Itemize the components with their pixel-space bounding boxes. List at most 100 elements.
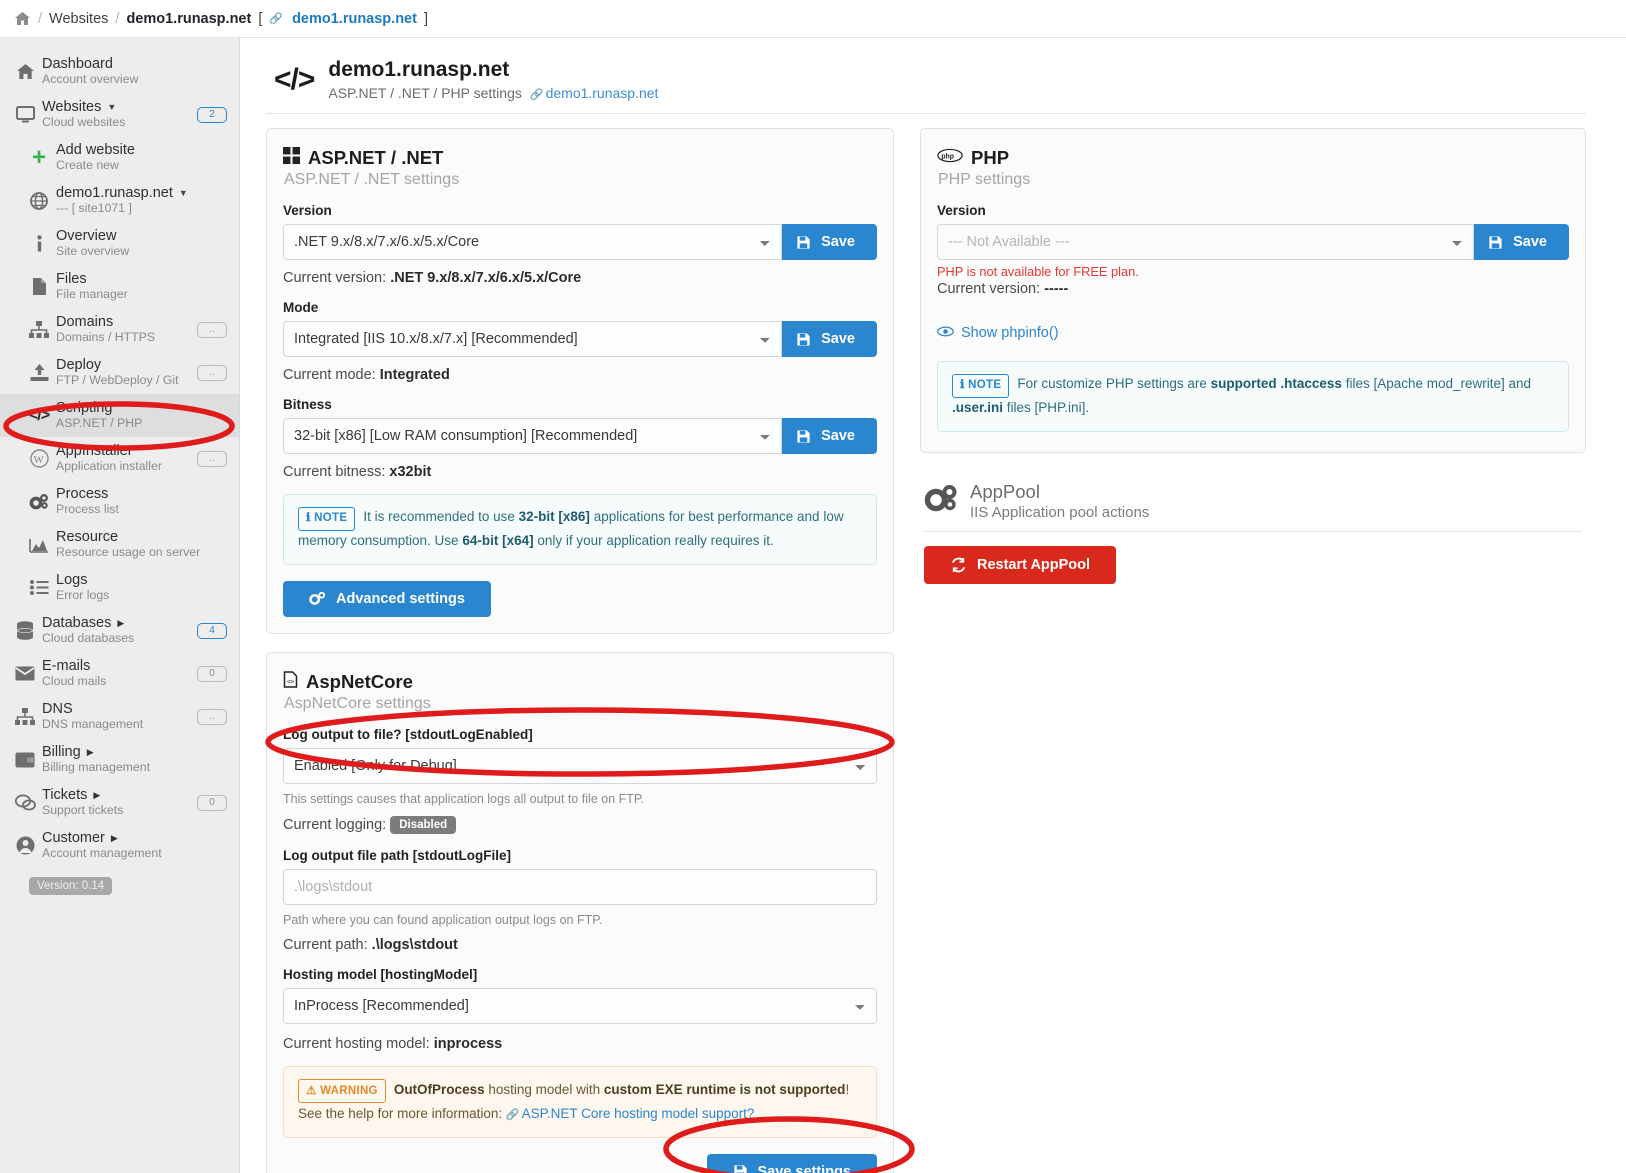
envelope-icon	[12, 666, 38, 681]
sidebar-item-sublabel: Application installer	[56, 459, 162, 474]
advanced-settings-button[interactable]: Advanced settings	[283, 580, 491, 617]
eye-icon	[937, 325, 954, 341]
aspnet-bitness-save-button[interactable]: Save	[782, 418, 877, 455]
info-icon	[26, 234, 52, 253]
log-path-hint: Path where you can found application out…	[283, 912, 603, 927]
note-tag-label: NOTE	[968, 379, 1002, 392]
sidebar-item-label: Add website	[56, 142, 227, 158]
sidebar-item-files[interactable]: Files File manager	[0, 265, 239, 308]
aspnet-note-bold-2: 64-bit [x64]	[462, 532, 534, 548]
sidebar-item-title: Overview	[56, 228, 117, 244]
show-phpinfo-link[interactable]: Show phpinfo()	[937, 325, 1059, 341]
sidebar-item-text: Resource Resource usage on server	[52, 529, 227, 560]
sidebar-item-sublabel: Site overview	[56, 244, 130, 259]
sidebar-item-sublabel: DNS management	[42, 717, 144, 732]
php-version-select[interactable]: --- Not Available ---	[937, 224, 1475, 261]
sidebar-item-text: Deploy FTP / WebDeploy / Git	[52, 357, 197, 388]
php-version-save-button[interactable]: Save	[1474, 224, 1569, 261]
sidebar-item-label: Logs	[56, 572, 227, 588]
aspnet-current-bitness: Current bitness: x32bit	[283, 464, 877, 480]
sidebar-item-dns[interactable]: DNS DNS management..	[0, 695, 239, 738]
external-link-icon: 🔗	[529, 89, 544, 102]
aspnet-current-mode-label: Current mode:	[283, 367, 376, 384]
php-current-version-value: -----	[1044, 281, 1069, 298]
chevron-down-icon[interactable]: ▼	[179, 188, 188, 198]
aspnet-note-text-3: only if your application really requires…	[533, 532, 774, 548]
sidebar-item-customer[interactable]: Customer ▶ Account management	[0, 824, 239, 867]
sidebar: Dashboard Account overview Websites ▼ Cloud …	[0, 38, 240, 1173]
aspnet-version-select[interactable]: .NET 9.x/8.x/7.x/6.x/5.x/Core	[283, 224, 783, 261]
home-icon[interactable]	[14, 11, 31, 26]
aspnet-bitness-select[interactable]: 32-bit [x86] [Low RAM consumption] [Reco…	[283, 418, 783, 455]
sidebar-item-text: DNS DNS management	[38, 701, 197, 732]
current-path-label: Current path:	[283, 936, 368, 953]
chevron-down-icon[interactable]: ▼	[107, 102, 116, 112]
sidebar-item-text: E-mails Cloud mails	[38, 658, 197, 689]
aspnet-mode-save-button[interactable]: Save	[782, 321, 877, 358]
warn-bold-2: custom EXE runtime is not supported	[603, 1081, 846, 1097]
sidebar-item-text: Scripting ASP.NET / PHP	[52, 400, 227, 431]
apppool-subtitle: IIS Application pool actions	[970, 503, 1150, 521]
aspnet-card-subtitle: ASP.NET / .NET settings	[284, 171, 460, 189]
gears-icon	[26, 493, 52, 510]
sidebar-item-title: Resource	[56, 529, 119, 545]
breadcrumb-websites[interactable]: Websites	[49, 11, 108, 27]
save-settings-button[interactable]: Save settings	[706, 1153, 877, 1173]
sidebar-item-sublabel: File manager	[56, 287, 128, 302]
hosting-model-select[interactable]: InProcess [Recommended]	[283, 987, 877, 1024]
sidebar-item-tickets[interactable]: Tickets ▶ Support tickets 0	[0, 781, 239, 824]
log-enabled-select[interactable]: Enabled [Only for Debug]	[283, 747, 877, 784]
apppool-title: AppPool	[970, 480, 1040, 502]
sidebar-item-logs[interactable]: Logs Error logs	[0, 566, 239, 609]
aspnet-mode-select[interactable]: Integrated [IIS 10.x/8.x/7.x] [Recommend…	[283, 321, 783, 358]
chevron-right-icon[interactable]: ▶	[93, 790, 100, 800]
sidebar-item-resource[interactable]: Resource Resource usage on server	[0, 523, 239, 566]
gears-icon	[309, 591, 326, 606]
sidebar-item-sublabel: Account management	[42, 846, 162, 861]
log-path-input[interactable]	[283, 868, 877, 905]
sidebar-item-title: Websites	[42, 99, 102, 115]
sidebar-item-dashboard[interactable]: Dashboard Account overview	[0, 50, 239, 93]
sidebar-item-sublabel: Domains / HTTPS	[56, 330, 156, 345]
sidebar-item-badge: 0	[197, 794, 227, 811]
sidebar-item-deploy[interactable]: Deploy FTP / WebDeploy / Git..	[0, 351, 239, 394]
sidebar-item-text: Customer ▶ Account management	[38, 830, 227, 861]
sidebar-item-process[interactable]: Process Process list	[0, 480, 239, 523]
right-column: php PHP PHP settings Version --- Not Ava…	[920, 128, 1586, 1173]
sidebar-item-title: Scripting	[56, 400, 113, 416]
chevron-right-icon[interactable]: ▶	[87, 747, 94, 757]
restart-apppool-button[interactable]: Restart AppPool	[924, 545, 1117, 584]
aspnet-version-save-button[interactable]: Save	[782, 224, 877, 261]
sidebar-item-e-mails[interactable]: E-mails Cloud mails 0	[0, 652, 239, 695]
sidebar-item-add-website[interactable]: + Add website Create new	[0, 136, 239, 179]
chevron-right-icon[interactable]: ▶	[117, 618, 124, 628]
sidebar-item-title: Process	[56, 486, 109, 502]
page-title: demo1.runasp.net	[328, 58, 510, 81]
page-link-wrap[interactable]: 🔗 demo1.runasp.net	[530, 85, 659, 101]
sidebar-item-websites[interactable]: Websites ▼ Cloud websites 2	[0, 93, 239, 136]
breadcrumb-site-link[interactable]: demo1.runasp.net	[292, 11, 417, 27]
sidebar-item-text: AppInstaller Application installer	[52, 443, 197, 474]
sidebar-item-label: Deploy	[56, 357, 197, 373]
save-icon	[796, 429, 811, 444]
apppool-header: AppPool IIS Application pool actions	[924, 481, 1582, 521]
aspnet-bitness-save-label: Save	[821, 428, 855, 445]
sidebar-item-databases[interactable]: Databases ▶ Cloud databases 4	[0, 609, 239, 652]
svg-text:<>: <>	[287, 678, 295, 685]
php-icon: php	[937, 148, 963, 168]
page-site-link[interactable]: demo1.runasp.net	[546, 85, 659, 101]
sidebar-item-appinstaller[interactable]: W AppInstaller Application installer..	[0, 437, 239, 480]
sidebar-item-demo1-runasp-net[interactable]: demo1.runasp.net ▼ --- [ site1071 ]	[0, 179, 239, 222]
chevron-right-icon[interactable]: ▶	[111, 833, 118, 843]
sidebar-item-overview[interactable]: Overview Site overview	[0, 222, 239, 265]
hosting-model-label: Hosting model [hostingModel]	[283, 966, 478, 982]
grid-icon	[283, 147, 300, 169]
restart-apppool-label: Restart AppPool	[977, 556, 1091, 573]
plus-icon: +	[31, 143, 46, 171]
sidebar-item-scripting[interactable]: </> Scripting ASP.NET / PHP	[0, 394, 239, 437]
aspnet-mode-label: Mode	[283, 300, 319, 316]
hosting-model-help-link[interactable]: ASP.NET Core hosting model support?	[522, 1106, 755, 1121]
aspnet-current-bitness-value: x32bit	[389, 464, 432, 481]
sidebar-item-domains[interactable]: Domains Domains / HTTPS..	[0, 308, 239, 351]
sidebar-item-billing[interactable]: Billing ▶ Billing management	[0, 738, 239, 781]
